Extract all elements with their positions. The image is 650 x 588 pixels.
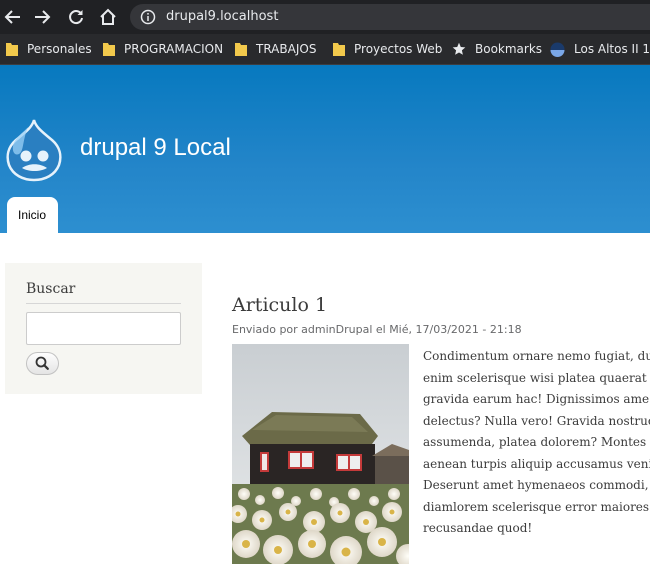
- browser-toolbar: drupal9.localhost: [0, 0, 650, 34]
- search-icon: [35, 356, 49, 370]
- folder-icon: [333, 43, 345, 56]
- bookmark-los-altos[interactable]: Los Altos II 1-1: [550, 34, 650, 64]
- article-title[interactable]: Articulo 1: [232, 294, 327, 316]
- article-body-line: assumenda, platea dolorem? Montes: [423, 435, 647, 449]
- article-submitted: Enviado por adminDrupal el Mié, 17/03/20…: [232, 323, 522, 336]
- article-body-line: aenean turpis aliquip accusamus veni: [423, 456, 650, 471]
- article-body-line: diamlorem scelerisque error maiores: [423, 499, 650, 514]
- back-arrow-icon[interactable]: [1, 5, 25, 29]
- article-body-line: Deserunt amet hymenaeos commodi,: [423, 478, 649, 492]
- info-icon[interactable]: [140, 9, 156, 25]
- article-body-line: delectus? Nulla vero! Gravida nostruc: [423, 413, 650, 428]
- search-input[interactable]: [26, 312, 181, 345]
- search-button[interactable]: [26, 352, 59, 375]
- article-image: [232, 344, 409, 564]
- url-text: drupal9.localhost: [166, 9, 279, 24]
- bookmark-bookmarks[interactable]: Bookmarks: [452, 34, 542, 64]
- article-body-line: Condimentum ornare nemo fugiat, du: [423, 349, 650, 363]
- divider: [26, 303, 181, 304]
- globe-icon: [550, 42, 565, 57]
- bookmark-trabajos[interactable]: TRABAJOS: [235, 34, 316, 64]
- article-body-line: gravida earum hac! Dignissimos ame: [423, 392, 650, 406]
- folder-icon: [235, 43, 247, 56]
- article-body-line: recusandae quod!: [423, 521, 533, 535]
- search-block: Buscar: [5, 263, 202, 394]
- article-body-line: enim scelerisque wisi platea quaerat a: [423, 370, 650, 385]
- address-bar[interactable]: drupal9.localhost: [130, 4, 650, 30]
- bookmark-programacion[interactable]: PROGRAMACION: [103, 34, 223, 64]
- forward-arrow-icon[interactable]: [30, 5, 54, 29]
- folder-icon: [6, 43, 18, 56]
- star-icon: [452, 42, 466, 55]
- search-block-title: Buscar: [26, 281, 76, 297]
- site-name[interactable]: drupal 9 Local: [80, 134, 231, 162]
- folder-icon: [103, 43, 115, 56]
- bookmark-personales[interactable]: Personales: [6, 34, 92, 64]
- drupal-logo-icon[interactable]: [5, 118, 63, 182]
- article-body: Condimentum ornare nemo fugiat, du enim …: [423, 346, 650, 540]
- reload-icon[interactable]: [64, 5, 88, 29]
- tab-inicio-label: Inicio: [18, 208, 47, 222]
- home-icon[interactable]: [96, 5, 120, 29]
- tab-inicio[interactable]: Inicio: [7, 197, 58, 234]
- bookmarks-bar: Personales PROGRAMACION TRABAJOS Proyect…: [0, 34, 650, 65]
- bookmark-proyectos-web[interactable]: Proyectos Web: [333, 34, 442, 64]
